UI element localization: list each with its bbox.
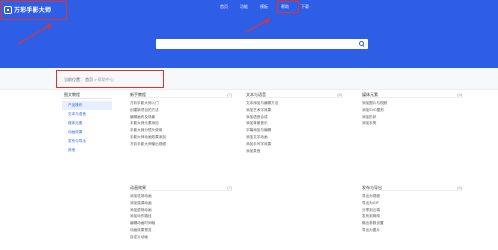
section-title: 媒体元素 [362,92,378,97]
sidebar: 图文教程 产品操作 文本与语音 媒体元素 动画效果 发布与导出 其他 [62,92,112,172]
sidebar-item[interactable]: 产品操作 [62,101,112,110]
section-beginner: 新手教程 (7) 万彩手影大师入门 创建新项目的方法 编辑画布及场景 手影大师元素… [130,92,232,172]
nav-item-features[interactable]: 功能 [240,4,248,10]
section-animation: 动画效果 (7) 添加进场动画 添加强调动画 添加退场动画 添加动作路径 编辑动画… [130,185,232,250]
article-link[interactable]: 添加进场动画 [130,193,155,200]
section-title: 动画效果 [130,185,146,190]
article-link[interactable]: 字幕添加与编辑 [246,127,278,134]
nav-highlight-box [277,1,299,13]
section-count: (7) [227,185,232,190]
section-count: (7) [227,92,232,97]
section-title: 文本与语音 [246,92,266,97]
sidebar-item[interactable]: 动画效果 [62,128,112,137]
article-link[interactable]: 分享到云端 [362,207,384,214]
article-link[interactable]: 创建新项目的方法 [130,107,166,114]
search-input[interactable] [156,39,351,49]
sidebar-item[interactable]: 发布与导出 [62,137,112,146]
article-link[interactable]: 编辑画布及场景 [130,114,166,121]
article-link[interactable]: 编辑动画时间轴 [130,220,155,227]
sidebar-title: 图文教程 [62,92,112,99]
article-link[interactable]: 添加语音合成 [246,114,278,121]
article-link[interactable]: 添加动作路径 [130,213,155,220]
search-icon[interactable] [359,41,364,46]
section-count: (4) [457,92,462,97]
article-link[interactable]: 自定义动画 [130,234,155,241]
article-link[interactable]: 添加形状 [362,114,387,121]
article-link[interactable]: 手影大师动画效果添加 [130,134,166,141]
article-link[interactable]: 添加退场动画 [130,207,155,214]
section-title: 发布与导出 [362,185,382,190]
article-link[interactable]: 万彩手影大师入门 [130,100,166,107]
nav-item-home[interactable]: 首页 [220,4,228,10]
article-link[interactable]: 导出为视频 [362,193,384,200]
section-export: 发布与导出 (6) 导出为视频 导出为GIF 分享到云端 发布到网络 输出参数设置… [362,185,462,250]
top-nav: 首页 功能 模板 帮助 ▾ 下载 [0,4,498,12]
article-link[interactable]: 导出为图片 [362,227,384,234]
article-link[interactable]: 手影大师元素添加 [130,120,166,127]
section-media: 媒体元素 (4) 添加图片与视频 添加SVG图形 添加形状 添加手势 [362,92,462,152]
section-count: (6) [457,185,462,190]
sidebar-item[interactable]: 文本与语音 [62,110,112,119]
sidebar-item[interactable]: 其他 [62,146,112,155]
section-text-voice: 文本与语音 (8) 文本添加与编辑方法 添加艺术字效果 添加语音合成 添加背景音乐… [246,92,342,172]
article-link[interactable]: 添加艺术字效果 [246,107,278,114]
nav-item-download[interactable]: 下载 [301,4,309,10]
article-link[interactable]: 万彩手影大师输出视频 [130,141,166,148]
nav-item-templates[interactable]: 模板 [260,4,268,10]
article-link[interactable]: 添加文字动画 [246,134,278,141]
section-count: (8) [337,92,342,97]
article-link[interactable]: 文本添加与编辑方法 [246,100,278,107]
sidebar-item[interactable]: 媒体元素 [62,119,112,128]
article-link[interactable]: 动画效果预览 [130,227,155,234]
search-bar [156,39,368,49]
article-link[interactable]: 添加图片与视频 [362,100,387,107]
article-link[interactable]: 添加手写字效果 [246,141,278,148]
breadcrumb-highlight-box [56,70,164,88]
article-link[interactable]: 发布到网络 [362,213,384,220]
article-link[interactable]: 添加SVG图形 [362,107,387,114]
article-link[interactable]: 输出参数设置 [362,220,384,227]
article-link[interactable]: 添加强调动画 [130,200,155,207]
article-link[interactable]: 添加背景音乐 [246,120,278,127]
article-link[interactable]: 手影大师分镜头使用 [130,127,166,134]
article-link[interactable]: 添加手势 [362,120,387,127]
section-title: 新手教程 [130,92,146,97]
article-link[interactable]: 添加录音 [246,148,278,155]
article-link[interactable]: 导出为GIF [362,200,384,207]
